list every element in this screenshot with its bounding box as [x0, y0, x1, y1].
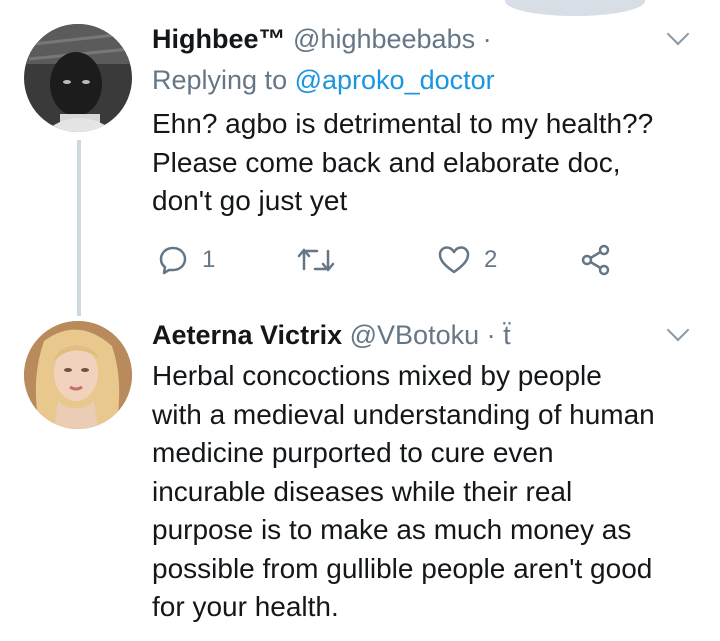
tweet-text-line: incurable diseases while their real: [152, 475, 573, 507]
tweet-text-line: Please come back and elaborate doc,: [152, 146, 621, 178]
like-button[interactable]: 2: [438, 240, 497, 280]
chevron-down-icon[interactable]: [666, 318, 690, 342]
display-name[interactable]: Aeterna Victrix: [152, 320, 342, 350]
like-icon: [438, 246, 470, 274]
share-button[interactable]: [580, 240, 612, 280]
replying-to-prefix: Replying to: [152, 65, 288, 95]
tweet-text-line: medicine purported to cure even: [152, 437, 554, 468]
tweet-1-text: Ehn? agbo is detrimental to my health?? …: [152, 105, 653, 221]
replying-to-line: Replying to @aproko_doctor: [152, 63, 495, 97]
tweet-2-header: Aeterna Victrix @VBotoku · ẗ: [152, 318, 511, 352]
tweet-text-line: Ehn? agbo is detrimental to my health??: [152, 108, 654, 139]
user-handle[interactable]: @VBotoku · ẗ: [350, 320, 511, 350]
tweet-1-header: Highbee™ @highbeebabs ·: [152, 22, 492, 56]
avatar-photo-icon: [24, 24, 132, 132]
chevron-down-icon[interactable]: [666, 22, 690, 46]
tweet-text-line: don't go just yet: [152, 185, 348, 216]
reply-count: 1: [202, 246, 216, 273]
retweet-icon: [297, 248, 335, 272]
retweet-button[interactable]: [297, 240, 335, 280]
share-icon: [581, 244, 610, 276]
avatar-aeterna[interactable]: [24, 321, 132, 429]
user-handle[interactable]: @highbeebabs ·: [293, 24, 492, 54]
tweet-1-actions: 1 2: [152, 240, 622, 280]
avatar-highbee[interactable]: [24, 24, 132, 132]
top-edge-artifact: [505, 0, 645, 16]
replying-to-link[interactable]: @aproko_doctor: [295, 65, 495, 95]
display-name[interactable]: Highbee™: [152, 24, 286, 54]
reply-button[interactable]: 1: [158, 240, 215, 280]
thread-connector-line: [77, 140, 81, 316]
like-count: 2: [484, 246, 498, 273]
reply-icon: [159, 246, 187, 275]
avatar-photo-icon: [24, 321, 132, 429]
tweet-text-line: with a medieval understanding of human: [152, 398, 655, 430]
tweet-text-line: purpose is to make as much money as: [152, 514, 632, 545]
tweet-text-line: for your health.: [152, 591, 339, 622]
tweet-text-line: possible from gullible people aren't goo…: [152, 552, 653, 584]
tweet-2-text: Herbal concoctions mixed by people with …: [152, 357, 655, 627]
tweet-text-line: Herbal concoctions mixed by people: [152, 360, 602, 391]
